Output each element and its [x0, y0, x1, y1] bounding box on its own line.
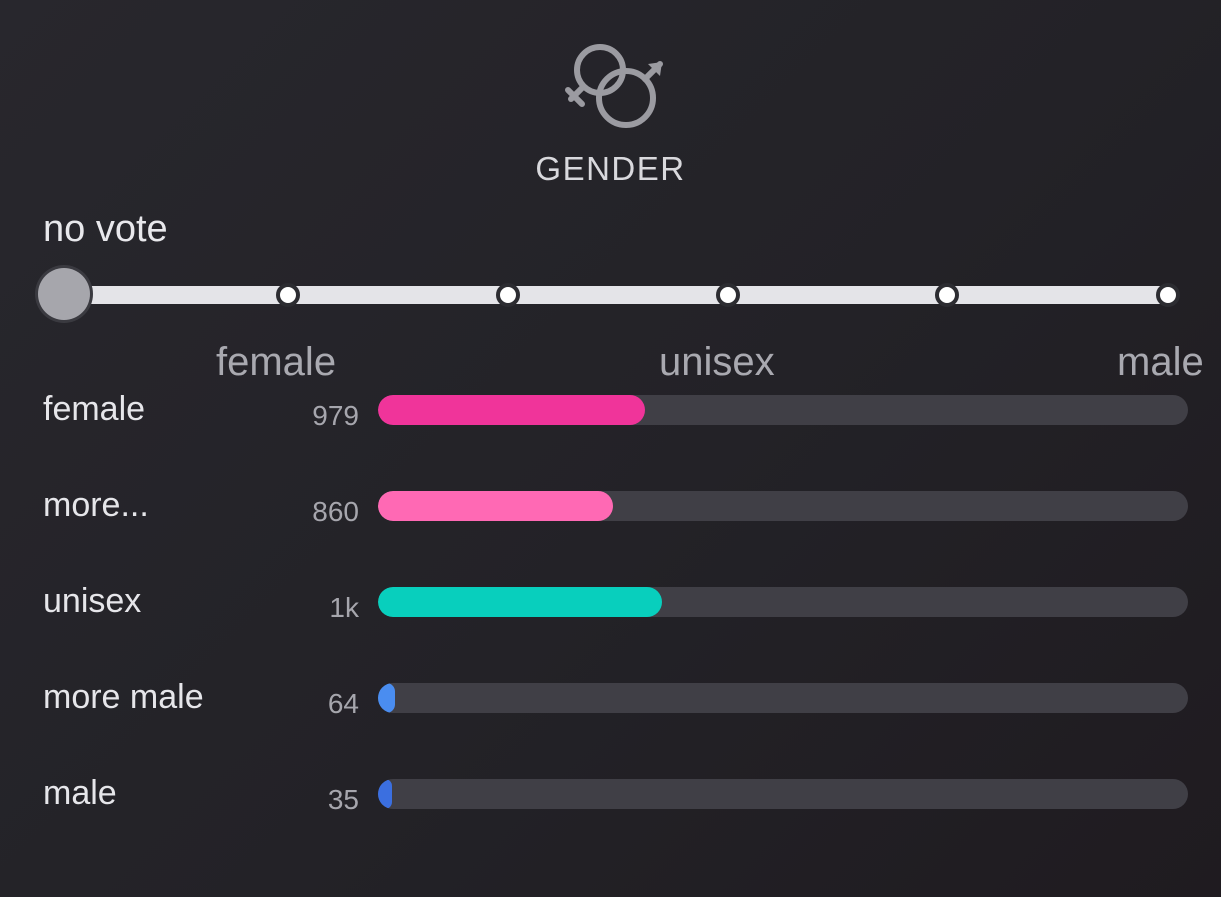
result-count: 1k [329, 592, 359, 623]
result-bar [378, 683, 1188, 713]
slider-thumb[interactable] [38, 268, 90, 320]
gender-panel: GENDER no vote female unisex male female… [0, 0, 1221, 897]
result-bar [378, 779, 1188, 809]
gender-slider-track[interactable] [64, 286, 1170, 304]
result-bar [378, 395, 1188, 425]
result-label: more male [43, 678, 204, 716]
slider-stop-more-male[interactable] [935, 283, 959, 307]
slider-stop-more-female[interactable] [496, 283, 520, 307]
result-bar [378, 491, 1188, 521]
result-bar-fill [378, 395, 645, 425]
section-title: GENDER [535, 150, 686, 187]
result-label: male [43, 774, 117, 812]
result-label: more... [43, 486, 149, 524]
result-bar-fill [378, 683, 395, 713]
result-count: 35 [327, 784, 359, 815]
result-count: 979 [312, 400, 359, 431]
slider-stop-female[interactable] [276, 283, 300, 307]
scale-label-male: male [1117, 340, 1204, 384]
result-bar-fill [378, 491, 613, 521]
slider-stop-unisex[interactable] [716, 283, 740, 307]
gender-symbols-icon [560, 40, 670, 135]
result-label: female [43, 390, 146, 428]
scale-label-unisex: unisex [659, 340, 775, 384]
vote-status: no vote [43, 208, 168, 250]
result-count: 860 [312, 496, 359, 527]
result-label: unisex [43, 582, 142, 620]
scale-label-female: female [216, 340, 337, 384]
result-bar [378, 587, 1188, 617]
result-bar-fill [378, 587, 662, 617]
result-count: 64 [327, 688, 359, 719]
slider-stop-male[interactable] [1156, 283, 1180, 307]
result-bar-fill [378, 779, 392, 809]
